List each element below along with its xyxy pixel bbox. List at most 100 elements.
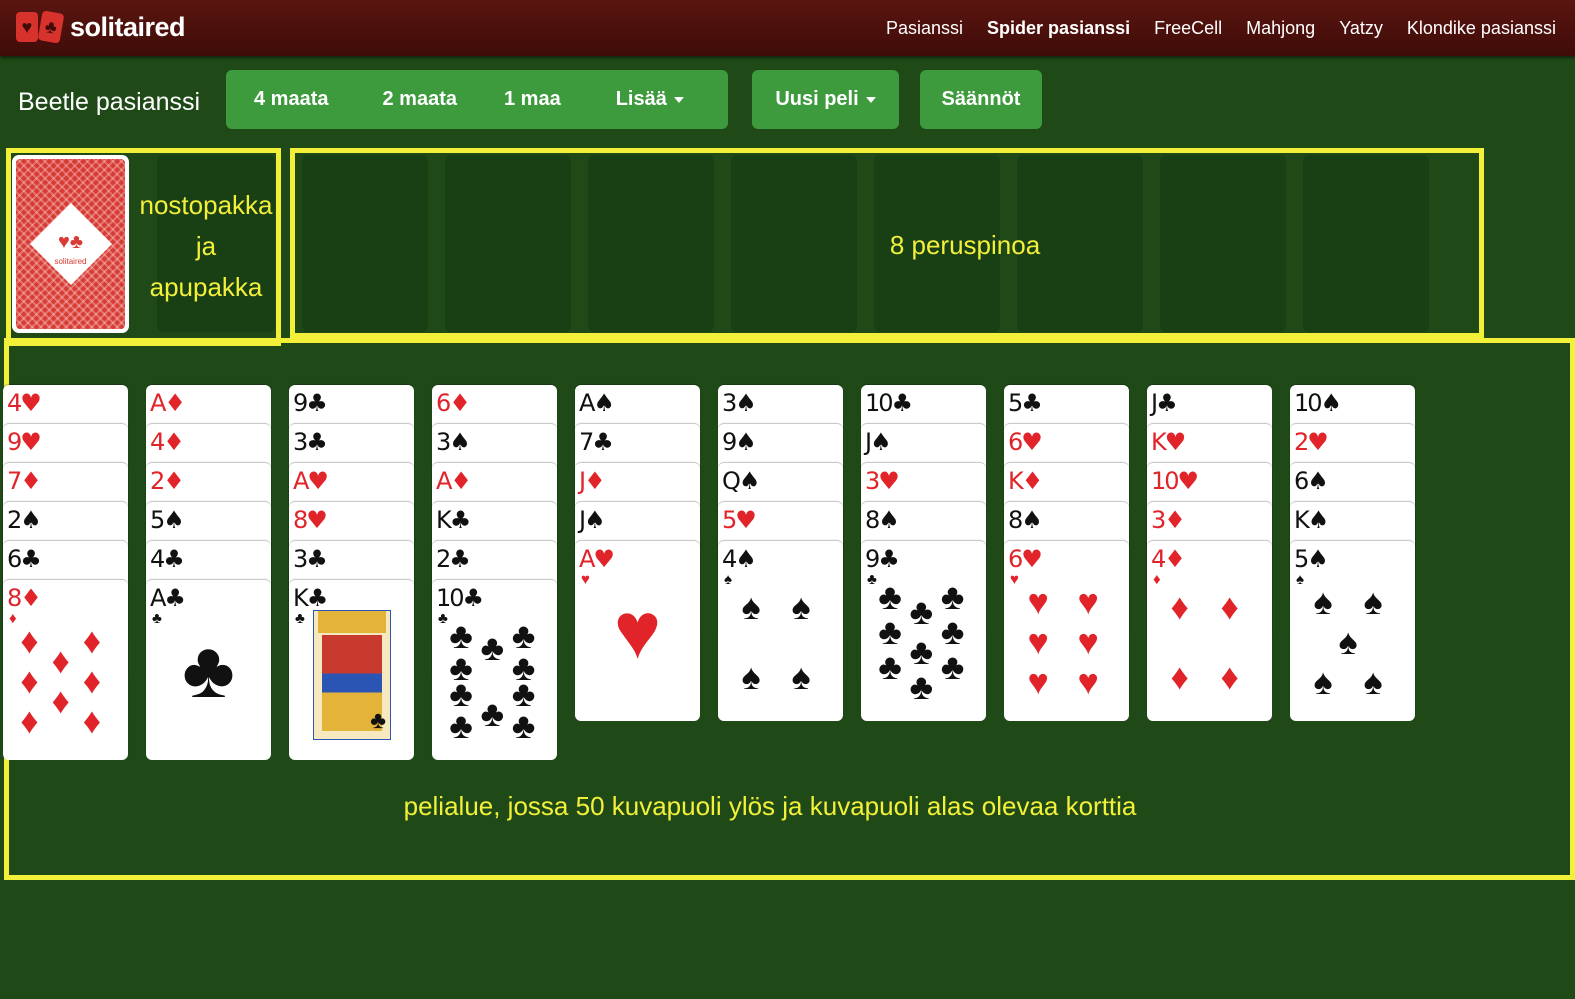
- playing-card[interactable]: 9♣ ♣ ♣ ♣ ♣ ♣ ♣ ♣ ♣ ♣ ♣: [861, 541, 986, 721]
- card-pip-icon: ♥: [1027, 581, 1049, 622]
- card-label: 3♥: [865, 467, 900, 495]
- nav-link-pasianssi[interactable]: Pasianssi: [886, 18, 963, 39]
- card-corner-suit-icon: ♣: [295, 610, 305, 627]
- card-pip-icon: ♦: [1170, 656, 1189, 697]
- playing-card[interactable]: K♣ ♣ ♣: [289, 580, 414, 760]
- card-pip-icon: ♥: [1077, 661, 1099, 702]
- nav-link-freecell[interactable]: FreeCell: [1154, 18, 1222, 39]
- card-pip-icon: ♦: [20, 700, 39, 741]
- card-label: J♣: [1151, 389, 1178, 417]
- card-label: 3♣: [293, 428, 328, 456]
- card-pip-icon: ♣: [511, 705, 536, 746]
- card-label: J♠: [579, 506, 606, 534]
- two-suits-button[interactable]: 2 maata: [383, 88, 458, 111]
- game-title: Beetle pasianssi: [18, 88, 201, 116]
- card-label: 4♦: [150, 428, 185, 456]
- card-label: 3♦: [1151, 506, 1186, 534]
- card-label: 2♦: [150, 467, 185, 495]
- card-label: 2♠: [7, 506, 42, 534]
- card-pip-icon: ♣: [940, 611, 965, 652]
- card-pip-icon: ♣: [878, 611, 902, 652]
- four-suits-button[interactable]: 4 maata: [254, 88, 329, 111]
- chevron-down-icon: [673, 96, 684, 103]
- card-label: J♦: [579, 467, 606, 495]
- card-pip-icon: ♠: [1363, 661, 1383, 702]
- card-pip-icon: ♣: [449, 705, 473, 746]
- playing-card[interactable]: 5♠ ♠ ♠ ♠ ♠ ♠ ♠: [1290, 541, 1415, 721]
- playing-card[interactable]: 10♣ ♣ ♣ ♣ ♣ ♣ ♣ ♣ ♣ ♣ ♣ ♣: [432, 580, 557, 760]
- card-label: K♥: [1151, 428, 1186, 456]
- card-label: 6♦: [436, 389, 471, 417]
- card-label: 4♣: [150, 545, 185, 573]
- card-label: 9♥: [7, 428, 42, 456]
- card-pip-icon: ♣: [878, 576, 902, 617]
- card-label: 10♣: [865, 389, 913, 417]
- card-label: 10♠: [1294, 389, 1342, 417]
- playing-card[interactable]: A♣ ♣ ♣: [146, 580, 271, 760]
- card-pip-icon: ♦: [20, 620, 39, 661]
- card-pip-icon: ♥: [613, 586, 662, 675]
- chevron-down-icon: [865, 96, 876, 103]
- card-pip-icon: ♦: [82, 700, 102, 741]
- card-face-picture: ♣: [313, 610, 391, 740]
- card-pip-icon: ♥: [1027, 621, 1049, 662]
- card-label: 6♠: [1294, 467, 1329, 495]
- card-label: Q♠: [722, 467, 760, 495]
- card-label: J♠: [865, 428, 892, 456]
- card-label: A♦: [150, 389, 186, 417]
- nav-link-yatzy[interactable]: Yatzy: [1339, 18, 1383, 39]
- stock-annotation-line: ja: [195, 231, 217, 261]
- site-logo[interactable]: ♥ ♣ solitaired: [16, 9, 186, 45]
- card-pip-icon: ♦: [1170, 586, 1189, 627]
- card-label: 2♥: [1294, 428, 1329, 456]
- rules-label: Säännöt: [941, 88, 1021, 110]
- card-pip-icon: ♣: [940, 646, 965, 687]
- card-pip-icon: ♥: [1027, 661, 1049, 702]
- card-corner-suit-icon: ♥: [1010, 571, 1019, 588]
- stock-annotation-line: apupakka: [149, 272, 263, 302]
- card-corner-suit-icon: ♠: [724, 571, 732, 588]
- playing-card[interactable]: 8♦ ♦ ♦ ♦ ♦ ♦ ♦ ♦ ♦ ♦: [3, 580, 128, 760]
- card-label: 5♥: [722, 506, 757, 534]
- card-label: 4♠: [722, 545, 757, 573]
- card-pip-icon: ♦: [82, 620, 102, 661]
- card-corner-suit-icon: ♣: [438, 610, 448, 627]
- card-label: 3♣: [293, 545, 328, 573]
- card-label: 5♣: [1008, 389, 1043, 417]
- playing-card[interactable]: 4♠ ♠ ♠ ♠ ♠ ♠: [718, 541, 843, 721]
- card-pip-icon: ♠: [1338, 621, 1358, 662]
- card-corner-suit-icon: ♣: [867, 571, 877, 588]
- nav-link-spider[interactable]: Spider pasianssi: [987, 18, 1130, 39]
- playing-card[interactable]: A♥ ♥ ♥: [575, 541, 700, 721]
- card-label: 2♣: [436, 545, 471, 573]
- card-label: 8♠: [865, 506, 900, 534]
- card-corner-suit-icon: ♥: [581, 571, 590, 588]
- more-dropdown[interactable]: Lisää: [616, 88, 684, 111]
- playing-card[interactable]: 6♥ ♥ ♥ ♥ ♥ ♥ ♥ ♥: [1004, 541, 1129, 721]
- card-corner-suit-icon: ♦: [1153, 571, 1161, 588]
- card-pip-icon: ♣: [480, 627, 505, 668]
- card-pip-icon: ♦: [51, 640, 70, 681]
- rules-button[interactable]: Säännöt: [920, 70, 1042, 129]
- playing-card[interactable]: 4♦ ♦ ♦ ♦ ♦ ♦: [1147, 541, 1272, 721]
- card-pip-icon: ♣: [370, 707, 386, 734]
- new-game-dropdown[interactable]: Uusi peli: [752, 70, 899, 129]
- card-pip-icon: ♠: [1313, 581, 1333, 622]
- one-suit-button[interactable]: 1 maa: [504, 88, 561, 111]
- new-game-label: Uusi peli: [775, 88, 859, 110]
- card-label: 3♠: [722, 389, 757, 417]
- game-toolbar: Beetle pasianssi 4 maata 2 maata 1 maa L…: [0, 70, 1575, 130]
- logo-text: solitaired: [70, 11, 186, 42]
- card-label: K♣: [293, 584, 328, 612]
- card-label: 7♣: [579, 428, 614, 456]
- card-label: 6♥: [1008, 428, 1043, 456]
- nav-link-klondike[interactable]: Klondike pasianssi: [1407, 18, 1556, 39]
- suit-selector: 4 maata 2 maata 1 maa Lisää: [226, 70, 728, 129]
- stock-annotation-line: nostopakka: [139, 190, 273, 220]
- nav-link-mahjong[interactable]: Mahjong: [1246, 18, 1315, 39]
- card-pip-icon: ♣: [909, 666, 934, 707]
- card-label: 10♥: [1151, 467, 1199, 495]
- card-label: A♥: [579, 545, 615, 573]
- card-pip-icon: ♦: [82, 660, 102, 701]
- stock-annotation: nostopakka ja apupakka: [136, 185, 276, 308]
